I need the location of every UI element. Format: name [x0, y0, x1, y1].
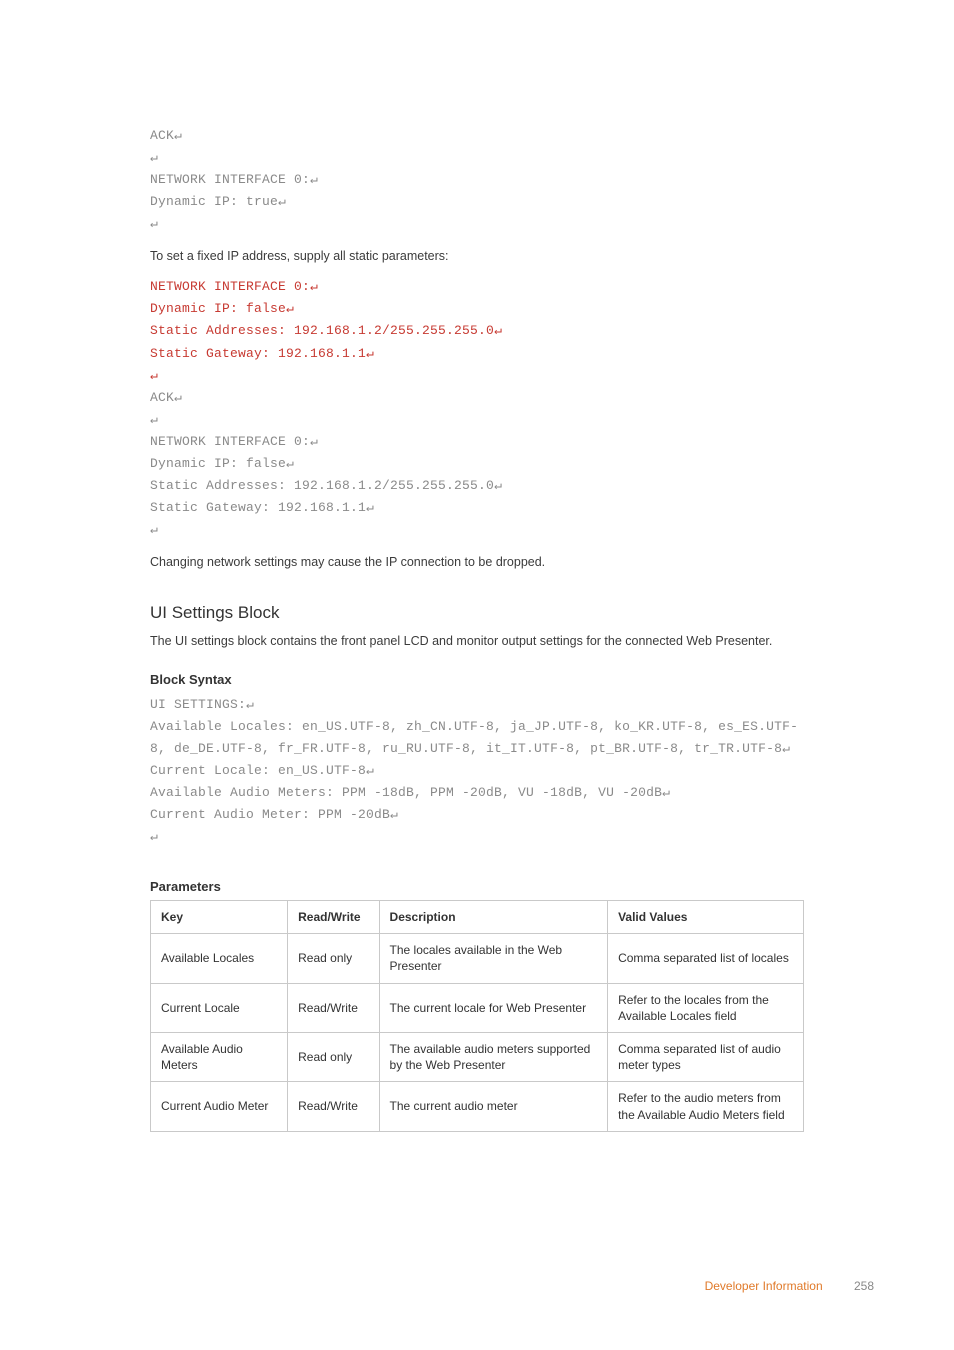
code-line: Dynamic IP: true [150, 194, 278, 209]
crlf-icon: ↵ [286, 456, 294, 471]
crlf-icon: ↵ [150, 522, 158, 537]
code-line: NETWORK INTERFACE 0: [150, 434, 310, 449]
code-line: Static Gateway: 192.168.1.1 [150, 500, 366, 515]
crlf-icon: ↵ [782, 741, 790, 756]
paragraph-network-drop-note: Changing network settings may cause the … [150, 553, 804, 572]
code-line: UI SETTINGS: [150, 697, 246, 712]
cell-desc: The available audio meters supported by … [379, 1032, 608, 1081]
cell-desc: The current locale for Web Presenter [379, 983, 608, 1032]
label-block-syntax: Block Syntax [150, 670, 804, 690]
code-line: Dynamic IP: false [150, 456, 286, 471]
crlf-icon: ↵ [246, 697, 254, 712]
crlf-icon: ↵ [150, 368, 158, 383]
cell-key: Available Audio Meters [151, 1032, 288, 1081]
code-line: Dynamic IP: false [150, 301, 286, 316]
code-line: NETWORK INTERFACE 0: [150, 279, 310, 294]
th-key: Key [151, 901, 288, 934]
cell-rw: Read only [288, 934, 379, 983]
table-row: Current Locale Read/Write The current lo… [151, 983, 804, 1032]
crlf-icon: ↵ [366, 763, 374, 778]
code-line: Static Gateway: 192.168.1.1 [150, 346, 366, 361]
crlf-icon: ↵ [174, 390, 182, 405]
code-line: Available Audio Meters: PPM -18dB, PPM -… [150, 785, 662, 800]
cell-vv: Comma separated list of audio meter type… [608, 1032, 804, 1081]
code-line: Static Addresses: 192.168.1.2/255.255.25… [150, 323, 494, 338]
crlf-icon: ↵ [662, 785, 670, 800]
code-line: ACK [150, 390, 174, 405]
crlf-icon: ↵ [310, 172, 318, 187]
crlf-icon: ↵ [390, 807, 398, 822]
cell-vv: Refer to the locales from the Available … [608, 983, 804, 1032]
crlf-icon: ↵ [310, 279, 318, 294]
table-row: Available Audio Meters Read only The ava… [151, 1032, 804, 1081]
code-line: ACK [150, 128, 174, 143]
code-line: Current Locale: en_US.UTF-8 [150, 763, 366, 778]
label-parameters: Parameters [150, 877, 804, 897]
crlf-icon: ↵ [150, 829, 158, 844]
cell-key: Available Locales [151, 934, 288, 983]
th-readwrite: Read/Write [288, 901, 379, 934]
table-row: Available Locales Read only The locales … [151, 934, 804, 983]
parameters-table: Key Read/Write Description Valid Values … [150, 900, 804, 1132]
cell-desc: The current audio meter [379, 1082, 608, 1131]
crlf-icon: ↵ [494, 323, 502, 338]
cell-rw: Read/Write [288, 983, 379, 1032]
code-block-ui-settings: UI SETTINGS:↵ Available Locales: en_US.U… [150, 694, 804, 849]
crlf-icon: ↵ [310, 434, 318, 449]
footer-page-number: 258 [854, 1279, 874, 1293]
th-description: Description [379, 901, 608, 934]
crlf-icon: ↵ [494, 478, 502, 493]
cell-key: Current Locale [151, 983, 288, 1032]
crlf-icon: ↵ [286, 301, 294, 316]
th-valid-values: Valid Values [608, 901, 804, 934]
code-line: Available Locales: en_US.UTF-8, zh_CN.UT… [150, 719, 798, 756]
code-line: Static Addresses: 192.168.1.2/255.255.25… [150, 478, 494, 493]
cell-desc: The locales available in the Web Present… [379, 934, 608, 983]
crlf-icon: ↵ [150, 216, 158, 231]
cell-key: Current Audio Meter [151, 1082, 288, 1131]
footer-section-label: Developer Information [705, 1279, 823, 1293]
crlf-icon: ↵ [174, 128, 182, 143]
heading-ui-settings-block: UI Settings Block [150, 600, 804, 626]
code-block-network-response-1: ACK↵ ↵ NETWORK INTERFACE 0:↵ Dynamic IP:… [150, 125, 804, 235]
page-footer: Developer Information 258 [705, 1277, 874, 1295]
crlf-icon: ↵ [366, 346, 374, 361]
crlf-icon: ↵ [150, 150, 158, 165]
crlf-icon: ↵ [366, 500, 374, 515]
code-line: NETWORK INTERFACE 0: [150, 172, 310, 187]
code-block-static-ip: NETWORK INTERFACE 0:↵ Dynamic IP: false↵… [150, 276, 804, 541]
cell-vv: Comma separated list of locales [608, 934, 804, 983]
code-line: Current Audio Meter: PPM -20dB [150, 807, 390, 822]
cell-rw: Read only [288, 1032, 379, 1081]
table-row: Current Audio Meter Read/Write The curre… [151, 1082, 804, 1131]
table-header-row: Key Read/Write Description Valid Values [151, 901, 804, 934]
cell-vv: Refer to the audio meters from the Avail… [608, 1082, 804, 1131]
crlf-icon: ↵ [278, 194, 286, 209]
paragraph-static-ip-intro: To set a fixed IP address, supply all st… [150, 247, 804, 266]
paragraph-ui-settings-desc: The UI settings block contains the front… [150, 632, 804, 651]
cell-rw: Read/Write [288, 1082, 379, 1131]
crlf-icon: ↵ [150, 412, 158, 427]
